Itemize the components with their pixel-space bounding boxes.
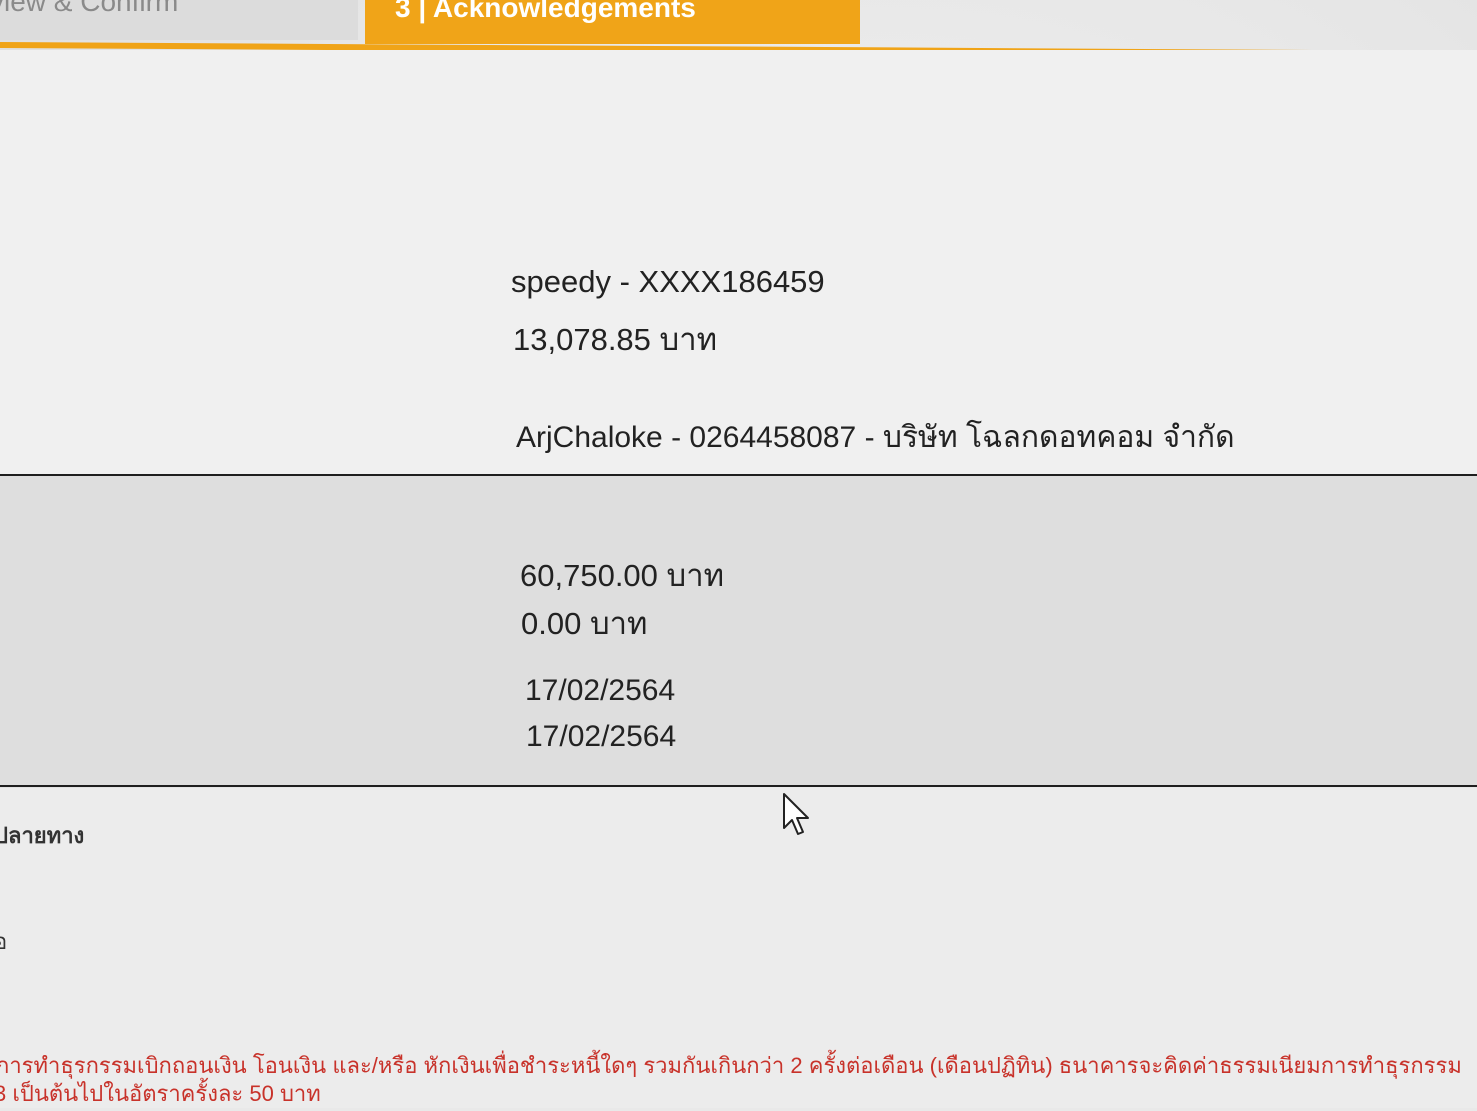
- tab-acknowledgements-label: 3 | Acknowledgements: [395, 0, 696, 23]
- screen: view & Confirm 3 | Acknowledgements spee…: [0, 0, 1477, 1108]
- amount-date-section: 60,750.00 บาท 0.00 บาท 17/02/2564 17/02/…: [0, 476, 1477, 786]
- fee-notice-line2: 3 เป็นต้นไปในอัตราครั้งละ 50 บาท: [0, 1081, 321, 1106]
- tab-review-confirm-label: view & Confirm: [0, 0, 179, 17]
- mouse-cursor-icon: [783, 793, 809, 835]
- transfer-amount-value: 60,750.00 บาท: [520, 558, 725, 593]
- effective-date-value: 17/02/2564: [526, 720, 677, 753]
- details-section: ปลายทาง อ การทำธุรกรรมเบิกถอนเงิน โอนเงิ…: [0, 788, 1477, 1108]
- from-to-section: speedy - XXXX186459 13,078.85 บาท ArjCha…: [0, 50, 1477, 474]
- tab-review-confirm[interactable]: view & Confirm: [0, 0, 358, 40]
- available-balance-value: 13,078.85 บาท: [513, 322, 718, 357]
- transaction-date-value: 17/02/2564: [525, 674, 676, 707]
- destination-label: ปลายทาง: [0, 823, 85, 848]
- to-account-value: ArjChaloke - 0264458087 - บริษัท โฉลกดอท…: [516, 421, 1235, 454]
- other-label: อ: [0, 929, 8, 954]
- tab-acknowledgements[interactable]: 3 | Acknowledgements: [365, 0, 860, 44]
- step-tabs: view & Confirm 3 | Acknowledgements: [0, 0, 1477, 58]
- from-account-value: speedy - XXXX186459: [511, 264, 825, 299]
- section-divider-bottom: [0, 785, 1477, 787]
- fee-value: 0.00 บาท: [521, 606, 648, 641]
